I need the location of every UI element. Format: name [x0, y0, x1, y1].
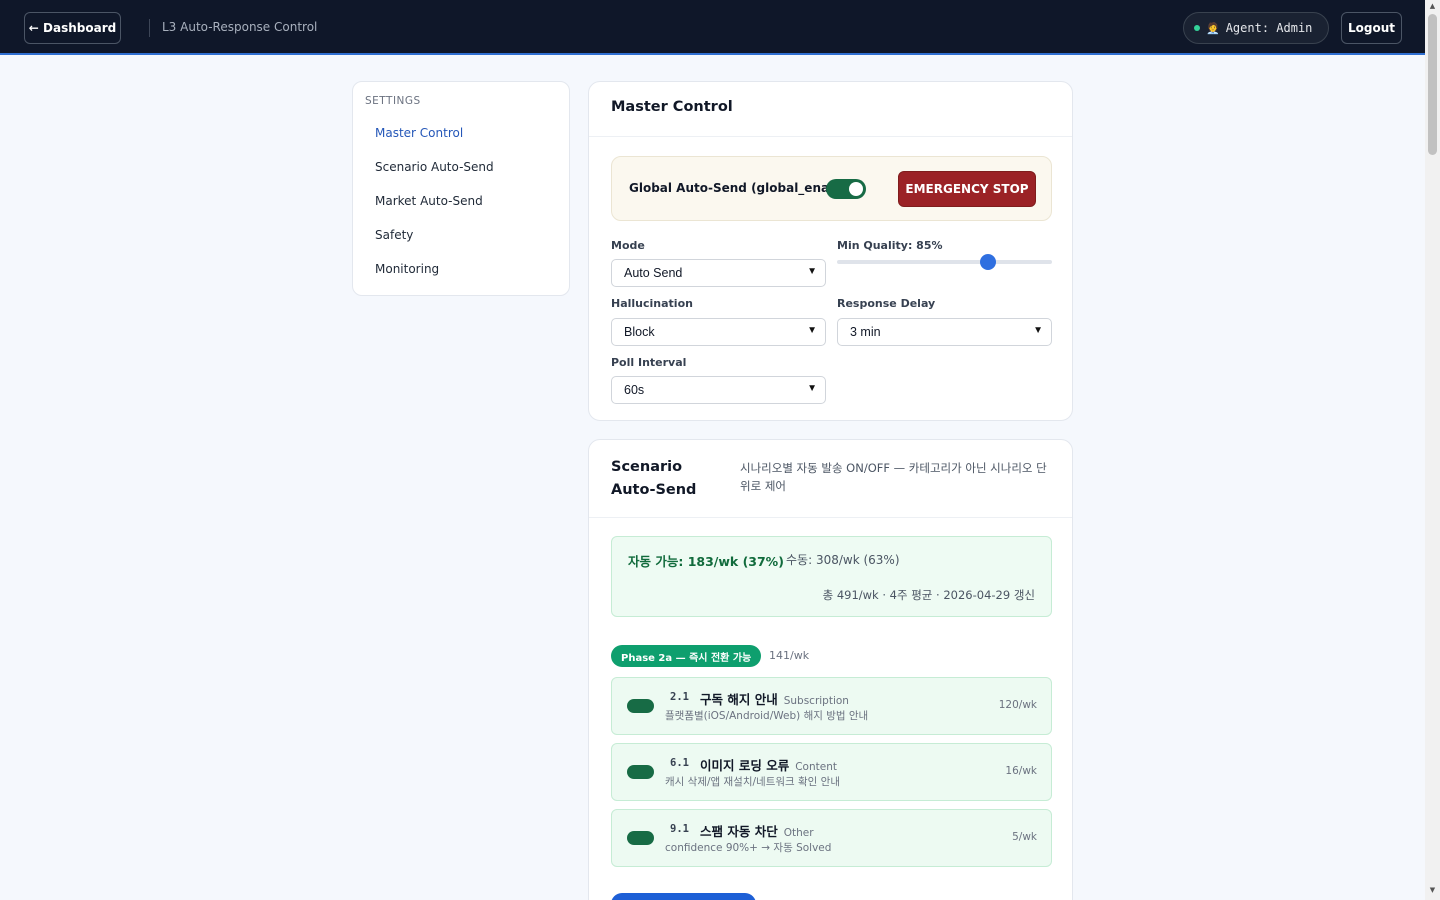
chevron-down-icon: ▼: [807, 325, 817, 336]
scenario-name: 스팸 자동 차단: [700, 824, 778, 839]
scenario-row: 6.1 이미지 로딩 오류 Content 캐시 삭제/앱 재설치/네트워크 확인…: [611, 743, 1052, 801]
sidebar-heading: SETTINGS: [365, 95, 421, 107]
response-delay-select[interactable]: 3 min ▼: [837, 318, 1052, 346]
scenario-stats-panel: 자동 가능: 183/wk (37%) 수동: 308/wk (63%) 총 4…: [611, 536, 1052, 617]
scenario-category: Subscription: [783, 695, 849, 707]
global-auto-send-toggle[interactable]: [826, 179, 866, 199]
phase-rate: 141/wk: [769, 649, 810, 662]
poll-interval-selected-value: 60s: [624, 383, 645, 397]
header-divider: [149, 19, 150, 37]
scenario-toggle[interactable]: [627, 765, 654, 779]
sidebar-item-monitoring[interactable]: Monitoring: [375, 262, 439, 276]
scenario-description-line: 플랫폼별(iOS/Android/Web) 해지 방법 안내: [665, 710, 869, 722]
response-delay-selected-value: 3 min: [850, 325, 881, 339]
scenario-auto-send-card: Scenario Auto-Send 시나리오별 자동 발송 ON/OFF — …: [588, 439, 1073, 900]
hallucination-selected-value: Block: [624, 325, 655, 339]
total-stat: 총 491/wk · 4주 평균 · 2026-04-29 갱신: [822, 588, 1035, 602]
scenario-name-line: 스팸 자동 차단 Other: [700, 821, 814, 840]
card-divider: [589, 136, 1072, 137]
auto-eligible-stat: 자동 가능: 183/wk (37%): [628, 554, 784, 569]
mode-selected-value: Auto Send: [624, 266, 683, 280]
master-control-title: Master Control: [611, 99, 733, 115]
scroll-up-arrow-icon[interactable]: ▲: [1428, 2, 1437, 10]
emergency-stop-button[interactable]: EMERGENCY STOP: [898, 171, 1036, 207]
logout-button[interactable]: Logout: [1341, 12, 1402, 44]
response-delay-label: Response Delay: [837, 297, 936, 310]
next-phase-badge: [611, 893, 756, 900]
scenario-title: Scenario Auto-Send: [611, 459, 697, 498]
slider-handle[interactable]: [979, 254, 996, 270]
agent-badge: 🧑‍💼 Agent: Admin: [1183, 12, 1329, 44]
scenario-description-line: confidence 90%+ → 자동 Solved: [665, 842, 832, 854]
page-title: L3 Auto-Response Control: [162, 20, 318, 34]
scenario-rate: 120/wk: [998, 699, 1037, 711]
min-quality-label: Min Quality: 85%: [837, 239, 943, 252]
scenario-code: 2.1: [670, 691, 689, 703]
global-auto-send-panel: Global Auto-Send (global_enabled) EMERGE…: [611, 156, 1052, 221]
scenario-toggle[interactable]: [627, 831, 654, 845]
hallucination-label: Hallucination: [611, 297, 693, 310]
chevron-down-icon: ▼: [1033, 325, 1043, 336]
sidebar-item-scenario-auto-send[interactable]: Scenario Auto-Send: [375, 160, 494, 174]
scenario-row: 2.1 구독 해지 안내 Subscription 플랫폼별(iOS/Androi…: [611, 677, 1052, 735]
scenario-category: Content: [795, 761, 837, 773]
online-status-dot: [1194, 25, 1200, 31]
scenario-name-line: 이미지 로딩 오류 Content: [700, 755, 837, 774]
scenario-category: Other: [783, 827, 814, 839]
phase-badge: Phase 2a — 즉시 전환 가능: [611, 645, 762, 667]
poll-interval-select[interactable]: 60s ▼: [611, 376, 826, 404]
sidebar-item-safety[interactable]: Safety: [375, 228, 413, 242]
mode-label: Mode: [611, 239, 645, 252]
sidebar-item-master-control[interactable]: Master Control: [375, 126, 463, 140]
hallucination-select[interactable]: Block ▼: [611, 318, 826, 346]
scenario-name-line: 구독 해지 안내 Subscription: [700, 689, 849, 708]
agent-label: Agent: Admin: [1225, 21, 1313, 35]
scenario-toggle[interactable]: [627, 699, 654, 713]
sidebar-item-market-auto-send[interactable]: Market Auto-Send: [375, 194, 483, 208]
scenario-rate: 16/wk: [1005, 765, 1037, 777]
mode-select[interactable]: Auto Send ▼: [611, 259, 826, 287]
poll-interval-label: Poll Interval: [611, 356, 687, 369]
dashboard-back-button[interactable]: ← Dashboard: [24, 12, 121, 44]
scenario-row: 9.1 스팸 자동 차단 Other confidence 90%+ → 자동 S…: [611, 809, 1052, 867]
top-bar: ← Dashboard L3 Auto-Response Control 🧑‍💼…: [0, 0, 1425, 55]
scrollbar-thumb[interactable]: [1428, 14, 1437, 155]
chevron-down-icon: ▼: [807, 266, 817, 277]
settings-sidebar: SETTINGS Master Control Scenario Auto-Se…: [352, 81, 570, 296]
master-control-card: Master Control Global Auto-Send (global_…: [588, 81, 1073, 421]
scenario-name: 이미지 로딩 오류: [700, 758, 790, 773]
scenario-code: 6.1: [670, 757, 689, 769]
agent-avatar-icon: 🧑‍💼: [1206, 21, 1220, 35]
scenario-description: 시나리오별 자동 발송 ON/OFF — 카테고리가 아닌 시나리오 단위로 제…: [740, 461, 1047, 493]
scroll-down-arrow-icon[interactable]: ▼: [1428, 886, 1437, 894]
scenario-description-line: 캐시 삭제/앱 재설치/네트워크 확인 안내: [665, 776, 840, 788]
chevron-down-icon: ▼: [807, 383, 817, 394]
card-divider: [589, 517, 1072, 518]
scenario-name: 구독 해지 안내: [700, 692, 778, 707]
scenario-code: 9.1: [670, 823, 689, 835]
min-quality-slider[interactable]: [837, 254, 1052, 270]
toggle-knob: [849, 182, 863, 196]
manual-stat: 수동: 308/wk (63%): [786, 553, 900, 567]
scenario-rate: 5/wk: [1012, 831, 1037, 843]
